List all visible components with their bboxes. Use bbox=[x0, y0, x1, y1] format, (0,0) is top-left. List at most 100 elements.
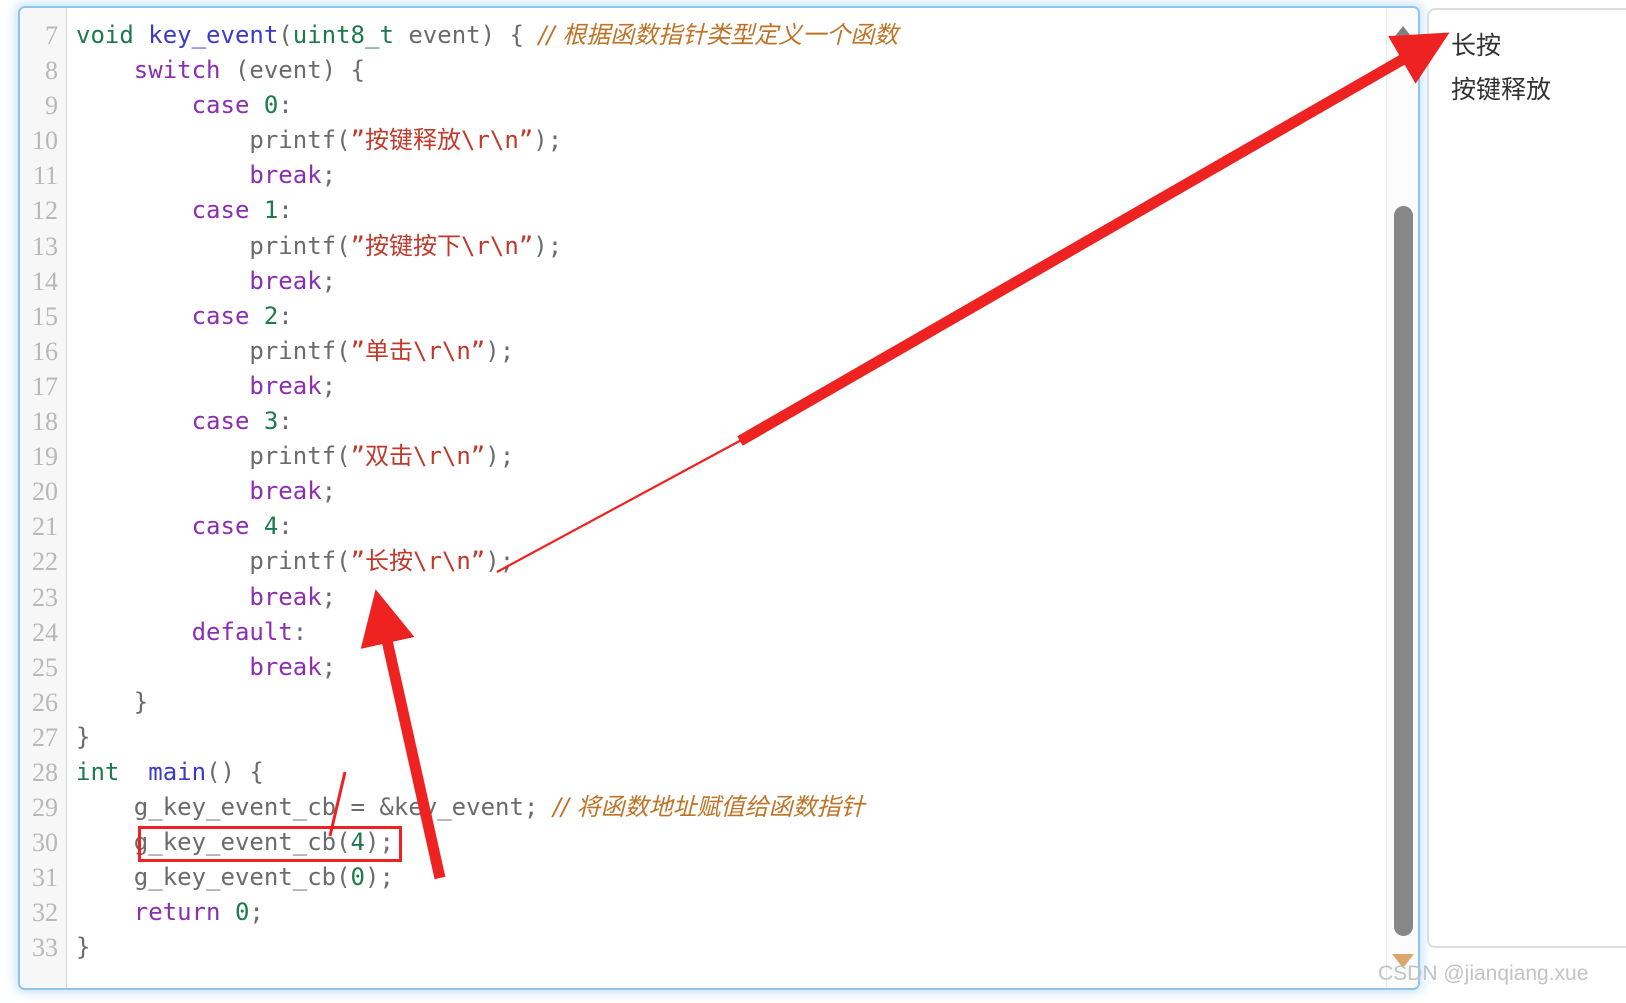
token-function-name: key_event bbox=[148, 21, 279, 49]
line-number: 15 bbox=[32, 301, 58, 331]
scrollbar-thumb[interactable] bbox=[1394, 206, 1413, 936]
code-line-33: } bbox=[76, 933, 91, 962]
code-line-20: break; bbox=[249, 477, 337, 506]
code-line-19: printf(”双击\r\n”); bbox=[76, 442, 515, 471]
line-number: 23 bbox=[32, 582, 58, 612]
line-number: 18 bbox=[32, 407, 58, 437]
line-number: 12 bbox=[32, 196, 58, 226]
code-line-8: switch (event) { bbox=[133, 56, 365, 85]
output-line: 长按 bbox=[1451, 31, 1502, 60]
code-line-15: case 2: bbox=[191, 301, 293, 330]
line-number: 20 bbox=[32, 477, 58, 507]
line-number: 7 bbox=[45, 21, 58, 50]
line-number: 22 bbox=[32, 547, 58, 577]
vertical-scrollbar[interactable] bbox=[1386, 8, 1418, 988]
code-comment: // 将函数地址赋值给函数指针 bbox=[552, 793, 865, 822]
code-line-28: int main() { bbox=[76, 757, 264, 786]
token-type: void bbox=[76, 21, 134, 49]
code-line-25: break; bbox=[249, 652, 337, 681]
token-keyword: default bbox=[191, 617, 293, 646]
string-literal-case0: 按键释放 bbox=[365, 126, 461, 155]
code-line-10: printf(”按键释放\r\n”); bbox=[76, 126, 563, 155]
code-line-26: } bbox=[76, 687, 149, 716]
code-line-7: void key_event(uint8_t event) { // 根据函数指… bbox=[76, 21, 899, 49]
code-line-31: g_key_event_cb(0); bbox=[76, 863, 394, 892]
code-line-14: break; bbox=[249, 266, 337, 295]
line-number: 13 bbox=[32, 231, 58, 261]
string-literal-case4: 长按 bbox=[365, 547, 413, 576]
code-line-32: return 0; bbox=[133, 898, 264, 927]
code-line-27: } bbox=[76, 722, 91, 751]
line-number: 9 bbox=[45, 91, 58, 121]
code-line-18: case 3: bbox=[191, 407, 293, 436]
token-type: int bbox=[76, 757, 120, 786]
token-number: 0 bbox=[234, 898, 250, 927]
csdn-watermark: CSDN @jianqiang.xue bbox=[1378, 962, 1589, 985]
line-number: 24 bbox=[32, 617, 58, 647]
token-number: 4 bbox=[263, 512, 279, 541]
code-editor-panel: 7 8 9 10 11 12 13 14 15 16 17 18 19 20 2… bbox=[18, 6, 1420, 990]
code-line-12: case 1: bbox=[191, 196, 293, 225]
line-number: 28 bbox=[32, 757, 58, 787]
token-keyword: return bbox=[133, 898, 221, 927]
token-number: 3 bbox=[263, 407, 279, 436]
line-number: 26 bbox=[32, 687, 58, 717]
line-number: 33 bbox=[32, 933, 58, 963]
line-number: 10 bbox=[32, 126, 58, 156]
line-number: 17 bbox=[32, 371, 58, 401]
code-line-11: break; bbox=[249, 161, 337, 190]
code-line-9: case 0: bbox=[191, 91, 293, 120]
line-number: 14 bbox=[32, 266, 58, 296]
screenshot-root: 7 8 9 10 11 12 13 14 15 16 17 18 19 20 2… bbox=[0, 0, 1626, 1003]
line-number: 30 bbox=[32, 828, 58, 858]
code-comment: // 根据函数指针类型定义一个函数 bbox=[538, 21, 899, 49]
token-keyword: case bbox=[191, 407, 250, 436]
code-line-13: printf(”按键按下\r\n”); bbox=[76, 231, 563, 260]
line-number: 11 bbox=[32, 161, 58, 191]
token-keyword: break bbox=[249, 582, 322, 611]
string-literal-case3: 双击 bbox=[365, 442, 413, 471]
token-type: uint8_t bbox=[292, 21, 394, 49]
code-line-30: g_key_event_cb(4); bbox=[76, 828, 394, 857]
code-line-21: case 4: bbox=[191, 512, 293, 541]
token-keyword: break bbox=[249, 477, 322, 506]
output-line: 按键释放 bbox=[1451, 75, 1552, 104]
line-number: 32 bbox=[32, 898, 58, 928]
token-keyword: case bbox=[191, 512, 250, 541]
code-line-24: default: bbox=[191, 617, 308, 646]
token-keyword: case bbox=[191, 196, 250, 225]
scroll-up-button[interactable] bbox=[1392, 26, 1414, 44]
line-number: 16 bbox=[32, 336, 58, 366]
code-text-area[interactable]: void key_event(uint8_t event) { // 根据函数指… bbox=[67, 8, 1418, 988]
line-number: 19 bbox=[32, 442, 58, 472]
token-keyword: case bbox=[191, 301, 250, 330]
token-keyword: break bbox=[249, 266, 322, 295]
code-line-29: g_key_event_cb = &key_event; // 将函数地址赋值给… bbox=[76, 793, 865, 822]
line-number: 25 bbox=[32, 652, 58, 682]
code-line-22: printf(”长按\r\n”); bbox=[76, 547, 515, 576]
token-keyword: break bbox=[249, 161, 322, 190]
code-line-17: break; bbox=[249, 371, 337, 400]
token-keyword: break bbox=[249, 371, 322, 400]
token-keyword: break bbox=[249, 652, 322, 681]
code-line-16: printf(”单击\r\n”); bbox=[76, 336, 515, 365]
token-number: 1 bbox=[263, 196, 279, 225]
code-line-23: break; bbox=[249, 582, 337, 611]
line-number-gutter: 7 8 9 10 11 12 13 14 15 16 17 18 19 20 2… bbox=[20, 8, 67, 988]
line-number: 29 bbox=[32, 793, 58, 823]
token-number: 4 bbox=[350, 828, 365, 857]
triangle-up-icon bbox=[1392, 26, 1414, 40]
token-number: 2 bbox=[263, 301, 279, 330]
line-number: 27 bbox=[32, 722, 58, 752]
line-number: 21 bbox=[32, 512, 58, 542]
token-keyword: case bbox=[191, 91, 250, 120]
string-literal-case2: 单击 bbox=[365, 336, 413, 365]
string-literal-case1: 按键按下 bbox=[365, 231, 461, 260]
token-number: 0 bbox=[263, 91, 279, 120]
token-function-name: main bbox=[148, 757, 207, 786]
code-editor-body: 7 8 9 10 11 12 13 14 15 16 17 18 19 20 2… bbox=[20, 8, 1418, 988]
program-output-panel: 长按 按键释放 bbox=[1427, 8, 1626, 948]
line-number: 31 bbox=[32, 863, 58, 893]
line-number: 8 bbox=[45, 56, 58, 86]
token-keyword: switch bbox=[133, 56, 221, 85]
